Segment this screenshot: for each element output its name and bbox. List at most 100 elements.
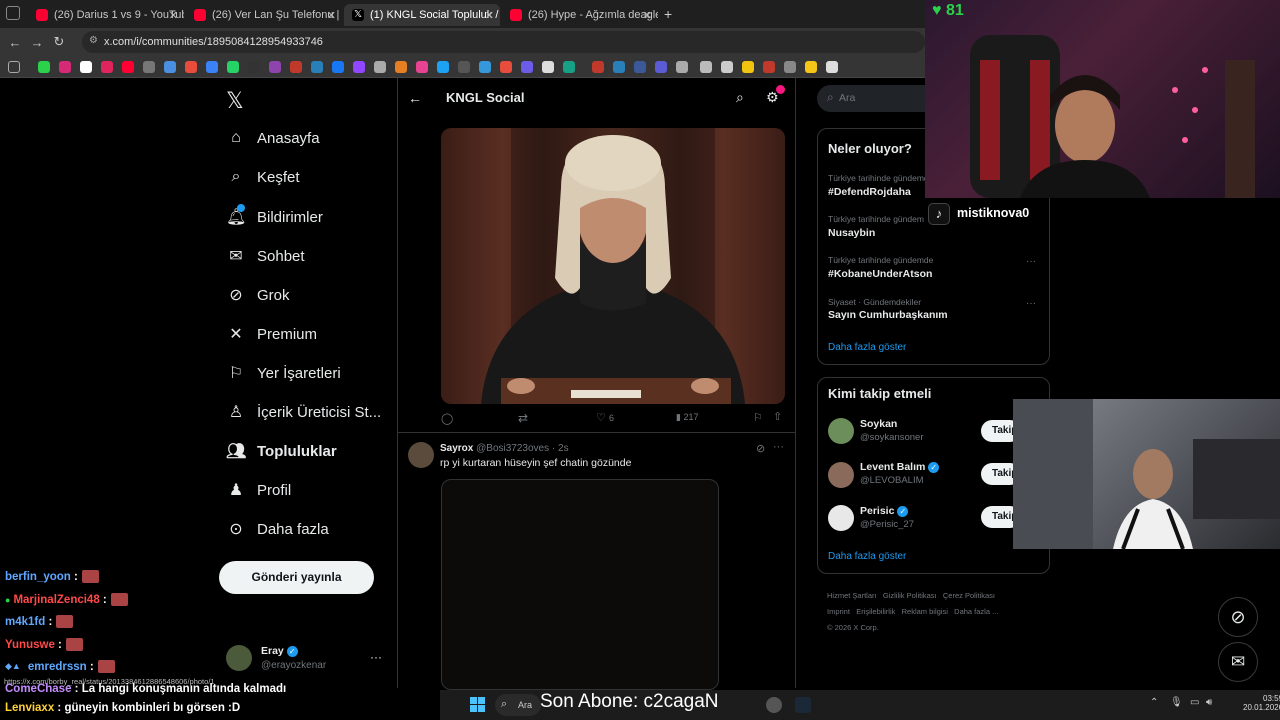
taskbar-app-icon[interactable] bbox=[766, 697, 782, 713]
bookmark-icon[interactable] bbox=[290, 61, 302, 73]
site-info-icon[interactable]: ⚙ bbox=[89, 35, 98, 46]
bookmark-icon[interactable] bbox=[613, 61, 625, 73]
show-more-link[interactable]: Daha fazla göster bbox=[828, 551, 906, 562]
avatar[interactable] bbox=[408, 442, 434, 468]
close-icon[interactable]: ✕ bbox=[169, 9, 178, 22]
bookmark-icon[interactable] bbox=[655, 61, 667, 73]
back-arrow-icon[interactable]: ← bbox=[408, 90, 422, 106]
nav-bookmarks[interactable]: ⚐ Yer İşaretleri bbox=[226, 363, 341, 383]
bookmark-icon[interactable] bbox=[101, 61, 113, 73]
twitch-icon[interactable] bbox=[353, 61, 365, 73]
bookmark-icon[interactable] bbox=[784, 61, 796, 73]
footer-link[interactable]: Gizlilik Politikası bbox=[883, 591, 937, 600]
messages-float-button[interactable]: ✉ bbox=[1218, 642, 1258, 682]
trend-topic[interactable]: Nusaybin bbox=[828, 227, 875, 239]
footer-link[interactable]: Erişilebilirlik bbox=[856, 607, 895, 616]
bookmark-icon[interactable] bbox=[542, 61, 554, 73]
bookmark-icon[interactable]: ⚐ bbox=[753, 411, 763, 424]
bookmark-icon[interactable] bbox=[143, 61, 155, 73]
close-icon[interactable]: ✕ bbox=[643, 9, 652, 22]
show-more-link[interactable]: Daha fazla göster bbox=[828, 342, 906, 353]
bookmark-icon[interactable] bbox=[311, 61, 323, 73]
bookmark-icon[interactable] bbox=[395, 61, 407, 73]
browser-tab-youtube-darius[interactable]: (26) Darius 1 vs 9 - YouTube ✕ bbox=[28, 4, 184, 26]
avatar[interactable] bbox=[226, 645, 252, 671]
youtube-icon[interactable] bbox=[122, 61, 134, 73]
nav-explore[interactable]: ⌕ Keşfet bbox=[226, 168, 300, 186]
bookmark-icon[interactable] bbox=[826, 61, 838, 73]
account-switcher[interactable]: Eray ✓ bbox=[261, 645, 298, 657]
volume-icon[interactable]: 🔊︎ bbox=[1206, 697, 1212, 708]
views-button[interactable]: ▮ 217 bbox=[676, 412, 699, 423]
nav-grok[interactable]: ⊘ Grok bbox=[226, 285, 289, 305]
bookmark-icon[interactable] bbox=[592, 61, 604, 73]
grok-float-button[interactable]: ⊘ bbox=[1218, 597, 1258, 637]
steam-icon[interactable] bbox=[795, 697, 811, 713]
windows-start-icon[interactable] bbox=[470, 697, 485, 712]
avatar[interactable] bbox=[828, 418, 854, 444]
bookmark-icon[interactable] bbox=[164, 61, 176, 73]
whatsapp-icon[interactable] bbox=[227, 61, 239, 73]
nav-more[interactable]: ⊙ Daha fazla bbox=[226, 519, 328, 539]
footer-link[interactable]: Daha fazla ... bbox=[954, 607, 998, 616]
taskbar-clock[interactable]: 03:59 20.01.2026 bbox=[1243, 694, 1280, 712]
tab-search-icon[interactable] bbox=[6, 6, 20, 20]
bookmark-icon[interactable] bbox=[206, 61, 218, 73]
bookmark-icon[interactable] bbox=[269, 61, 281, 73]
suggestion-name-row[interactable]: Perisic ✓ bbox=[860, 505, 909, 517]
bookmark-icon[interactable] bbox=[437, 61, 449, 73]
footer-link[interactable]: Hizmet Şartları bbox=[827, 591, 877, 600]
taskbar-search[interactable]: ⌕ Ara bbox=[495, 694, 541, 716]
suggestion-name-row[interactable]: Levent Balım ✓ bbox=[860, 461, 940, 473]
facebook-icon[interactable] bbox=[332, 61, 344, 73]
avatar[interactable] bbox=[828, 462, 854, 488]
trend-topic[interactable]: Sayın Cumhurbaşkanım bbox=[828, 309, 948, 321]
reply-icon[interactable]: ◯ bbox=[441, 412, 453, 425]
search-input[interactable]: ⌕ Ara bbox=[817, 85, 925, 112]
bookmark-icon[interactable] bbox=[721, 61, 733, 73]
apps-grid-icon[interactable] bbox=[8, 61, 20, 73]
trend-topic[interactable]: #DefendRojdaha bbox=[828, 186, 911, 198]
footer-link[interactable]: Çerez Politikası bbox=[943, 591, 995, 600]
browser-tab-x-community[interactable]: 𝕏 (1) KNGL Social Topluluk / X ✕ bbox=[344, 4, 500, 26]
url-field[interactable]: ⚙ x.com/i/communities/189508412895493374… bbox=[82, 31, 925, 53]
bookmark-icon[interactable] bbox=[676, 61, 688, 73]
bookmark-icon[interactable] bbox=[521, 61, 533, 73]
instagram-icon[interactable] bbox=[59, 61, 71, 73]
nav-chat[interactable]: ✉ Sohbet bbox=[226, 246, 304, 266]
post-media[interactable] bbox=[441, 479, 719, 690]
bookmark-icon[interactable] bbox=[458, 61, 470, 73]
nav-communities[interactable]: 👥︎ Topluluklar bbox=[226, 441, 337, 461]
back-arrow-icon[interactable]: ← bbox=[4, 35, 26, 50]
nav-profile[interactable]: ♟ Profil bbox=[226, 480, 291, 500]
trend-topic[interactable]: #KobaneUnderAtson bbox=[828, 268, 932, 280]
kick-icon[interactable] bbox=[38, 61, 50, 73]
bookmark-icon[interactable] bbox=[479, 61, 491, 73]
nav-creator-studio[interactable]: ♙ İçerik Üreticisi St... bbox=[226, 402, 381, 422]
more-dots-icon[interactable]: ··· bbox=[1026, 298, 1036, 309]
browser-tab-youtube-telefon[interactable]: (26) Ver Lan Şu Telefonu | Mah ✕ bbox=[186, 4, 342, 26]
reload-icon[interactable]: ↻ bbox=[48, 34, 70, 50]
bookmark-icon[interactable] bbox=[634, 61, 646, 73]
grok-icon[interactable]: ⊘ bbox=[756, 442, 765, 455]
post-button[interactable]: Gönderi yayınla bbox=[219, 561, 374, 594]
suggestion-name[interactable]: Soykan bbox=[860, 418, 897, 430]
more-dots-icon[interactable]: ··· bbox=[1026, 256, 1036, 267]
share-icon[interactable]: ⇧ bbox=[773, 410, 782, 423]
display-icon[interactable]: ▭ bbox=[1190, 697, 1199, 708]
more-dots-icon[interactable]: ··· bbox=[773, 441, 784, 453]
close-icon[interactable]: ✕ bbox=[485, 9, 494, 22]
x-logo-icon[interactable]: 𝕏 bbox=[226, 88, 244, 114]
nav-home[interactable]: ⌂ Anasayfa bbox=[226, 129, 319, 147]
bookmark-icon[interactable] bbox=[416, 61, 428, 73]
forward-arrow-icon[interactable]: → bbox=[26, 35, 48, 50]
more-dots-icon[interactable]: ··· bbox=[370, 650, 382, 664]
repost-icon[interactable]: ⇄ bbox=[518, 411, 528, 425]
browser-tab-youtube-hype[interactable]: (26) Hype - Ağzımla deagle ses ✕ bbox=[502, 4, 658, 26]
search-icon[interactable]: ⌕ bbox=[736, 89, 744, 106]
footer-link[interactable]: Imprint bbox=[827, 607, 850, 616]
post-image[interactable] bbox=[441, 128, 785, 404]
footer-link[interactable]: Reklam bilgisi bbox=[902, 607, 948, 616]
bookmark-icon[interactable] bbox=[763, 61, 775, 73]
bookmark-icon[interactable] bbox=[700, 61, 712, 73]
